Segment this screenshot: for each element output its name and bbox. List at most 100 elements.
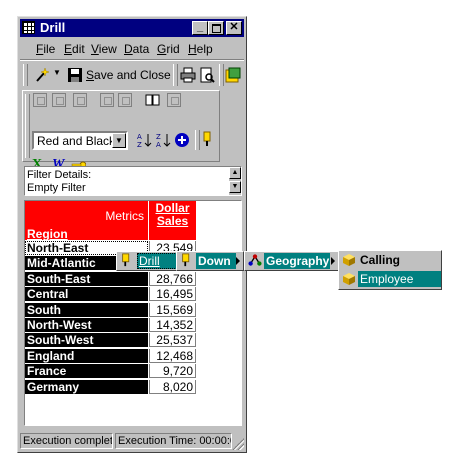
drill-icon[interactable] <box>201 131 217 147</box>
menu-help[interactable]: Help <box>188 42 213 56</box>
filter-scrollbar[interactable]: ▲ ▼ <box>229 167 241 195</box>
table-row[interactable]: France 9,720 <box>25 364 197 379</box>
dollar-sales-line2[interactable]: Sales <box>157 214 188 228</box>
magic-wand-icon[interactable] <box>34 67 50 83</box>
dollar-sales-cell[interactable]: 28,766 <box>149 271 196 286</box>
filter-details-panel: Filter Details: Empty Filter ▲ ▼ <box>24 166 242 196</box>
svg-text:Z: Z <box>137 141 142 148</box>
menu-item-geography[interactable]: Geography <box>264 253 330 269</box>
format-toolbar-grip[interactable] <box>25 94 30 158</box>
menu-grid-hotkey: G <box>157 42 167 56</box>
grid-button-2[interactable] <box>52 93 66 107</box>
region-cell[interactable]: South <box>25 302 148 317</box>
menu-edit[interactable]: Edit <box>64 42 85 56</box>
metrics-label: Metrics <box>105 209 144 223</box>
dollar-sales-cell[interactable]: 12,468 <box>149 348 196 363</box>
region-cell[interactable]: North-West <box>25 318 148 332</box>
chevron-down-icon[interactable]: ▼ <box>112 133 126 148</box>
cube-icon <box>343 273 355 285</box>
menu-edit-rest: dit <box>72 42 85 56</box>
menu-data-hotkey: D <box>124 42 133 56</box>
wand-dropdown-icon[interactable]: ▼ <box>53 68 61 77</box>
dollar-sales-cell[interactable]: 14,352 <box>149 318 196 332</box>
title-bar[interactable]: Drill _ ✕ <box>20 19 244 37</box>
dollar-sales-cell[interactable]: 25,537 <box>149 333 196 348</box>
print-icon[interactable] <box>180 67 196 83</box>
save-close-hotkey: S <box>86 68 95 82</box>
toolbar-grip[interactable] <box>23 64 28 86</box>
scroll-down-icon[interactable]: ▼ <box>229 181 241 193</box>
toolbar-separator <box>173 64 178 86</box>
region-cell[interactable]: England <box>25 348 148 363</box>
cube-icon <box>343 254 355 266</box>
menu-help-rest: elp <box>196 42 213 56</box>
chevron-right-icon <box>236 257 240 265</box>
dollar-sales-line1[interactable]: Dollar <box>155 201 189 215</box>
print-preview-icon[interactable] <box>199 67 215 83</box>
menu-view[interactable]: View <box>91 42 117 56</box>
dollar-sales-cell[interactable]: 9,720 <box>149 364 196 379</box>
metrics-header: Metrics Region <box>25 201 148 241</box>
save-and-close-button[interactable]: Save and Close <box>86 68 171 82</box>
context-menu-geography: Calling Center Employee <box>338 250 442 290</box>
move-left-button[interactable] <box>100 93 114 107</box>
options-icon[interactable] <box>225 67 241 83</box>
dollar-sales-cell[interactable]: 15,569 <box>149 302 196 317</box>
grid-button-3[interactable] <box>73 93 87 107</box>
menu-data-rest: ata <box>132 42 150 56</box>
grid-app-icon[interactable] <box>22 21 35 34</box>
save-icon <box>68 68 82 82</box>
add-circle-icon[interactable] <box>174 132 190 148</box>
svg-text:Z: Z <box>156 133 161 141</box>
menu-file[interactable]: File <box>36 42 55 56</box>
table-row[interactable]: South 15,569 <box>25 302 197 318</box>
menu-grid-rest: rid <box>166 42 180 56</box>
toolbar-separator-3 <box>195 130 200 150</box>
minimize-icon: _ <box>196 21 204 33</box>
menu-bar: File Edit View Data Grid Help <box>20 40 244 58</box>
drill-down-icon <box>182 253 190 267</box>
menu-data[interactable]: Data <box>124 42 149 56</box>
menu-separator <box>20 59 244 61</box>
grid-button-6[interactable] <box>167 93 181 107</box>
chevron-right-icon <box>331 257 335 265</box>
region-header[interactable]: Region <box>27 227 68 241</box>
region-cell[interactable]: South-East <box>25 271 148 286</box>
excel-icon[interactable] <box>32 141 48 157</box>
table-row[interactable]: South-East 28,766 <box>25 271 197 287</box>
filter-details-label: Filter Details: <box>27 169 92 181</box>
table-row[interactable]: Central 16,495 <box>25 287 197 302</box>
menu-item-calling-center[interactable]: Calling Center <box>360 252 441 283</box>
region-cell[interactable]: South-West <box>25 333 148 348</box>
close-button[interactable]: ✕ <box>226 21 242 35</box>
table-row[interactable]: South-West 25,537 <box>25 333 197 348</box>
resize-grip[interactable] <box>232 438 244 450</box>
table-row[interactable]: North-West 14,352 <box>25 318 197 333</box>
region-cell[interactable]: Central <box>25 287 148 302</box>
minimize-button[interactable]: _ <box>192 21 208 35</box>
move-right-button[interactable] <box>118 93 132 107</box>
svg-text:A: A <box>156 141 161 148</box>
grid-button-1[interactable] <box>33 93 47 107</box>
main-toolbar: ▼ Save and Close <box>20 62 244 88</box>
dollar-sales-cell[interactable]: 8,020 <box>149 379 196 394</box>
table-row[interactable]: England 12,468 <box>25 348 197 364</box>
region-cell[interactable]: Germany <box>25 379 148 394</box>
region-cell[interactable]: France <box>25 364 148 379</box>
table-row[interactable]: Germany 8,020 <box>25 379 197 395</box>
sort-ascending-icon[interactable]: A Z <box>136 132 152 148</box>
dollar-sales-header[interactable]: Dollar Sales <box>149 201 196 240</box>
menu-view-rest: iew <box>98 42 117 56</box>
pivot-icon[interactable] <box>145 92 161 108</box>
maximize-button[interactable] <box>208 21 224 35</box>
dollar-sales-cell[interactable]: 16,495 <box>149 287 196 302</box>
menu-grid[interactable]: Grid <box>157 42 180 56</box>
scroll-up-icon[interactable]: ▲ <box>229 167 241 179</box>
menu-item-employee[interactable]: Employee <box>358 271 441 287</box>
save-close-label: ave and Close <box>94 68 171 82</box>
status-right: Execution Time: 00:00:03 <box>115 433 232 449</box>
sort-descending-icon[interactable]: Z A <box>155 132 171 148</box>
toolbar-separator-2 <box>219 64 224 86</box>
menu-item-down[interactable]: Down <box>196 253 236 269</box>
svg-text:A: A <box>137 133 142 141</box>
